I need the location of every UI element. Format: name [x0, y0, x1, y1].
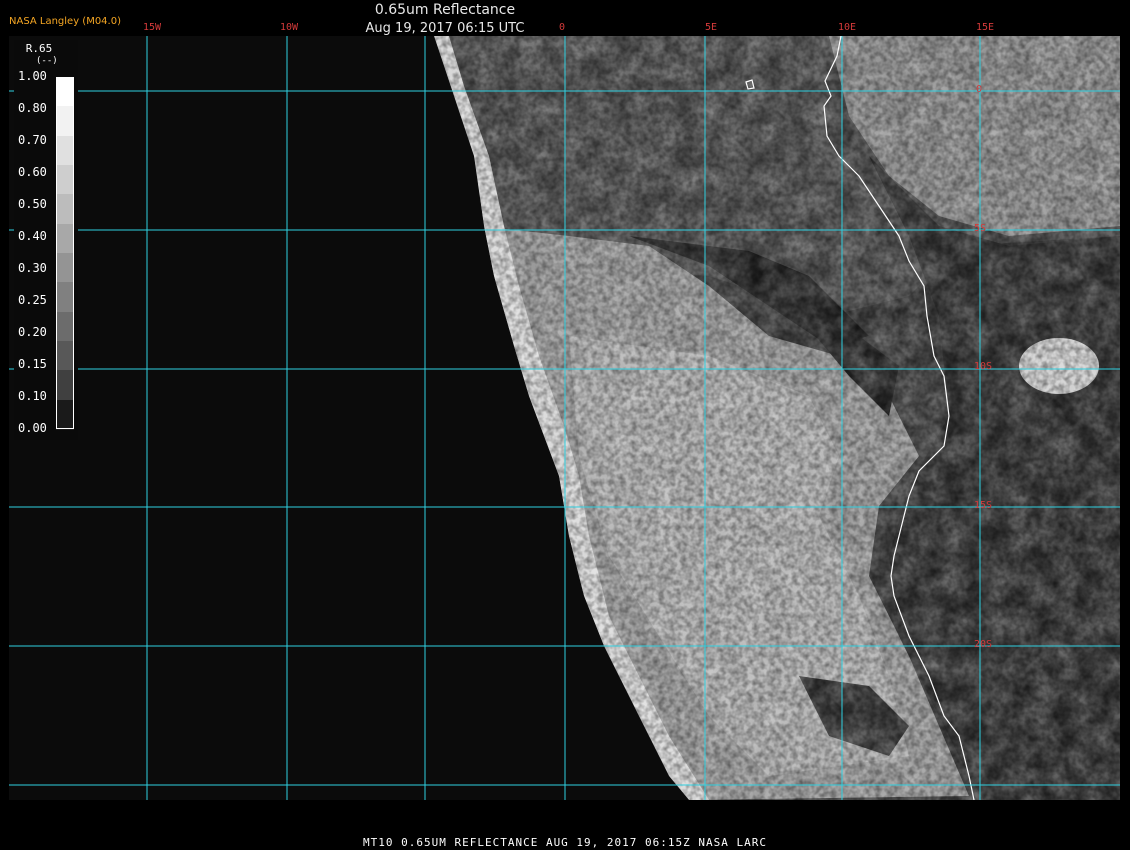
longitude-label: 0 [559, 22, 566, 33]
longitude-label: 15E [976, 22, 995, 33]
image-timestamp: Aug 19, 2017 06:15 UTC [365, 21, 525, 36]
legend-tick-label: 0.15 [18, 357, 47, 371]
satellite-map[interactable] [9, 36, 1120, 800]
legend-bar-frame [56, 77, 74, 429]
legend-tick-label: 0.30 [18, 261, 47, 275]
legend-unit: (--) [36, 56, 58, 66]
latitude-label: 20S [974, 639, 993, 650]
legend-tick-label: 0.10 [18, 389, 47, 403]
image-title: 0.65um Reflectance [374, 2, 516, 18]
legend-tick-label: 0.60 [18, 165, 47, 179]
latitude-label: 10S [974, 361, 993, 372]
legend-tick-label: 0.40 [18, 229, 47, 243]
longitude-label: 5E [705, 22, 718, 33]
latitude-label: 0 [976, 84, 983, 95]
legend-title: R.65 [25, 42, 53, 55]
legend-tick-label: 1.00 [18, 69, 47, 83]
latitude-label: 15S [974, 500, 993, 511]
legend-tick-label: 0.20 [18, 325, 47, 339]
legend-tick-label: 0.00 [18, 421, 47, 435]
longitude-label: 15W [143, 22, 162, 33]
legend-tick-label: 0.25 [18, 293, 47, 307]
longitude-label: 10W [280, 22, 299, 33]
legend-tick-label: 0.50 [18, 197, 47, 211]
latitude-label: 5S [974, 223, 987, 234]
longitude-label: 10E [838, 22, 857, 33]
legend-tick-label: 0.80 [18, 101, 47, 115]
legend-tick-label: 0.70 [18, 133, 47, 147]
footer-caption: MT10 0.65UM REFLECTANCE AUG 19, 2017 06:… [363, 836, 767, 849]
satellite-imagery [9, 36, 1120, 800]
color-scale-legend: R.65 (--) 1.00 0.80 0.70 0.60 0.50 0.40 0.30 0.… [14, 40, 78, 440]
